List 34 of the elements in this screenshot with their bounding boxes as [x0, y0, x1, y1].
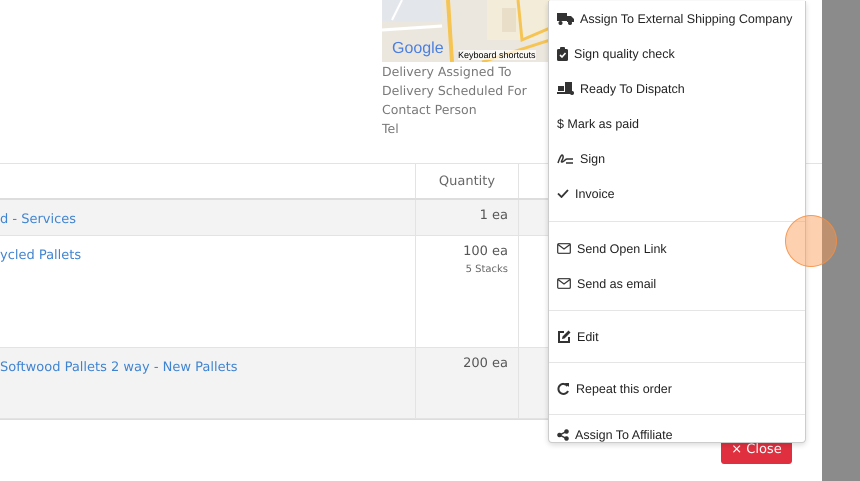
field-label: Contact Person	[382, 101, 478, 119]
keyboard-shortcuts-link[interactable]: Keyboard shortcuts	[458, 50, 536, 60]
truck-icon	[557, 12, 574, 24]
menu-item[interactable]: Edit	[549, 319, 805, 354]
envelope-icon	[557, 278, 571, 289]
quantity-cell: 100 ea	[463, 244, 508, 259]
menu-item[interactable]: $ Mark as paid	[549, 106, 805, 141]
menu-item[interactable]: Assign To External Shipping Company	[549, 1, 805, 36]
field-label: Tel	[382, 120, 400, 138]
item-link[interactable]: ycled Pallets	[0, 248, 82, 263]
menu-item[interactable]: Send as email	[549, 266, 805, 301]
quantity-cell: 200 ea	[463, 356, 508, 371]
menu-item[interactable]: Invoice	[549, 176, 805, 211]
menu-item[interactable]: Send Open Link	[549, 231, 805, 266]
dolly-icon	[557, 82, 574, 95]
menu-item[interactable]: Ready To Dispatch	[549, 71, 805, 106]
menu-item[interactable]: Sign quality check	[549, 36, 805, 71]
quantity-cell: 1 ea	[480, 208, 508, 223]
item-link[interactable]: d - Services	[0, 212, 76, 227]
edit-icon	[557, 330, 571, 344]
check-icon	[557, 189, 569, 198]
redo-icon	[557, 382, 570, 395]
signature-icon	[557, 153, 574, 164]
field-label: Delivery Scheduled For	[382, 82, 528, 100]
menu-item[interactable]: Repeat this order	[549, 371, 805, 406]
envelope-icon	[557, 243, 571, 254]
click-indicator	[785, 215, 837, 267]
clipboard-check-icon	[557, 46, 568, 60]
quantity-note: 5 Stacks	[466, 264, 508, 275]
menu-item[interactable]: Sign	[549, 141, 805, 176]
share-icon	[557, 428, 569, 440]
column-header: Quantity	[438, 174, 496, 188]
item-link[interactable]: Softwood Pallets 2 way - New Pallets	[0, 360, 238, 375]
field-label: Delivery Assigned To	[382, 63, 513, 81]
